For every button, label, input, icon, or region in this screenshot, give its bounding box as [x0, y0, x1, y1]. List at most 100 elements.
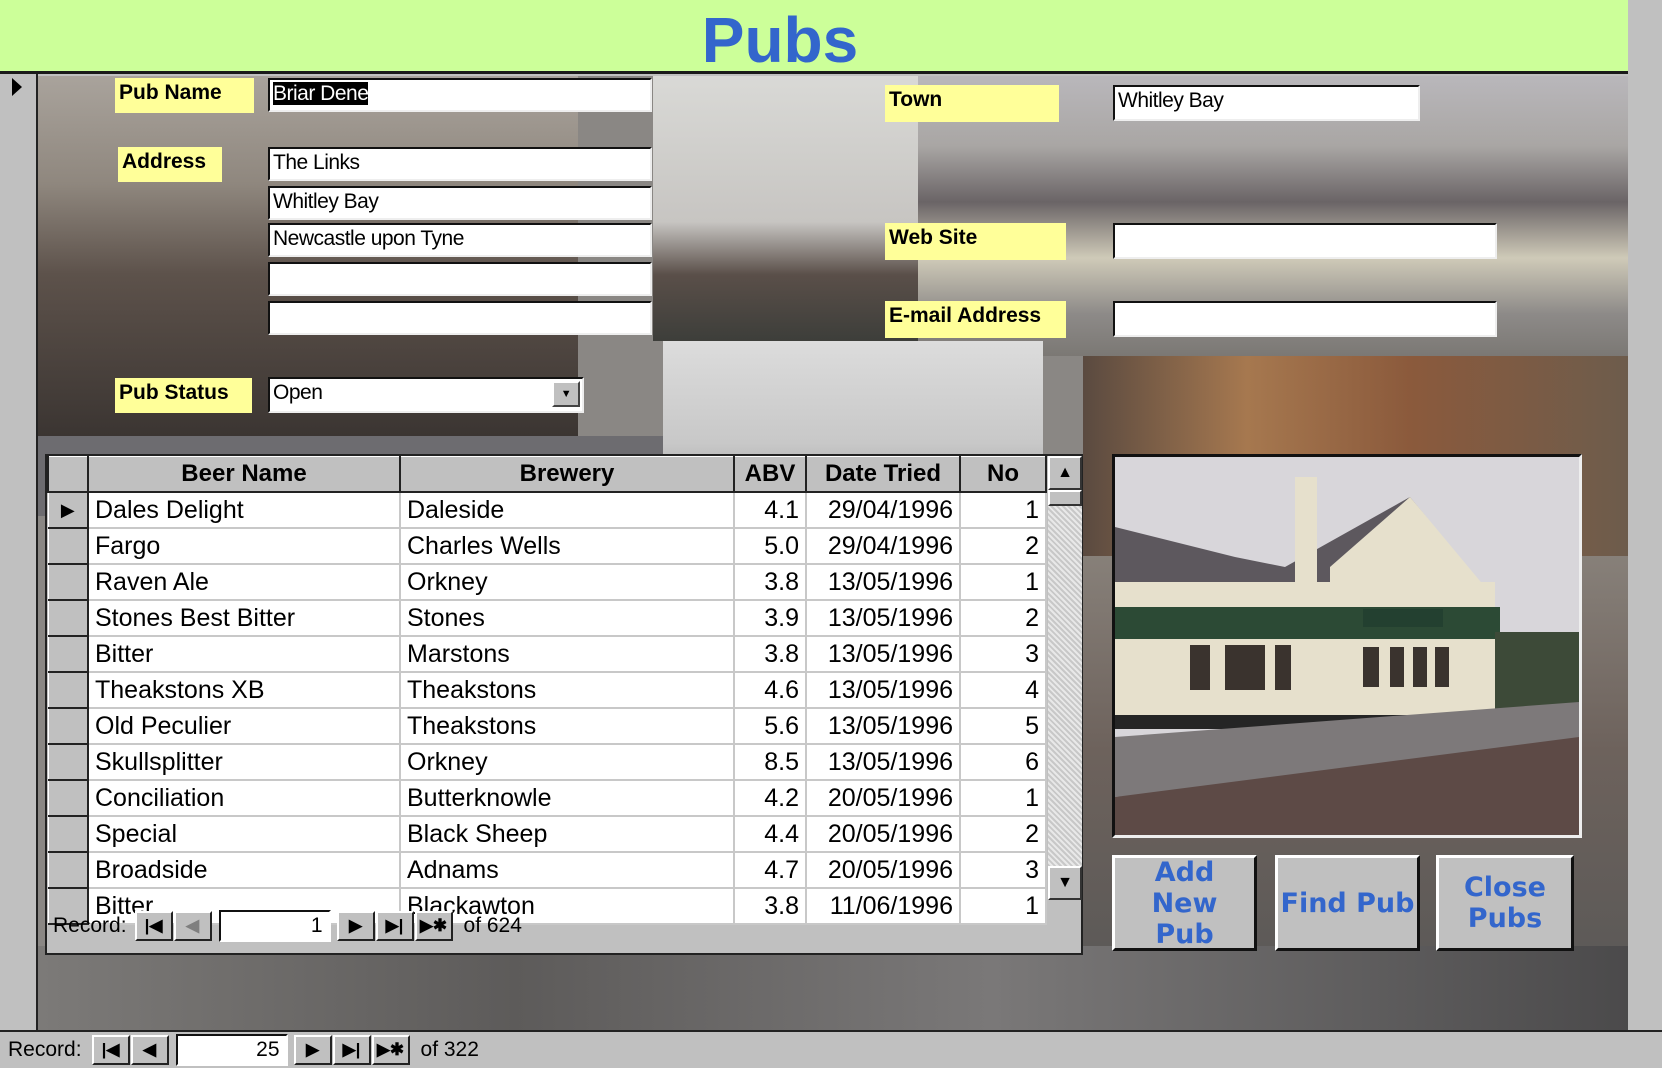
no-cell[interactable]: 2 [959, 599, 1047, 637]
beer-name-cell[interactable]: Fargo [87, 527, 401, 565]
date-tried-cell[interactable]: 29/04/1996 [805, 491, 961, 529]
datasheet-row[interactable]: Conciliation Butterknowle 4.2 20/05/1996 1 [47, 779, 1047, 817]
date-tried-cell[interactable]: 13/05/1996 [805, 599, 961, 637]
town-field[interactable]: Whitley Bay [1113, 85, 1420, 121]
no-cell[interactable]: 1 [959, 491, 1047, 529]
date-tried-cell[interactable]: 29/04/1996 [805, 527, 961, 565]
column-header-no[interactable]: No [959, 456, 1047, 493]
date-tried-cell[interactable]: 13/05/1996 [805, 671, 961, 709]
no-cell[interactable]: 4 [959, 671, 1047, 709]
no-cell[interactable]: 3 [959, 851, 1047, 889]
datasheet-row[interactable]: Raven Ale Orkney 3.8 13/05/1996 1 [47, 563, 1047, 601]
column-header-beer-name[interactable]: Beer Name [87, 456, 401, 493]
subform-last-record-button[interactable]: ▶| [375, 911, 414, 941]
no-cell[interactable]: 6 [959, 743, 1047, 781]
abv-cell[interactable]: 4.4 [733, 815, 807, 853]
email-field[interactable] [1113, 301, 1497, 337]
no-cell[interactable]: 1 [959, 779, 1047, 817]
current-row-selector[interactable]: ▶ [47, 491, 89, 529]
select-all-corner[interactable] [47, 456, 89, 493]
address-line-5-field[interactable] [268, 301, 652, 335]
row-selector[interactable] [47, 599, 89, 637]
datasheet-row[interactable]: Broadside Adnams 4.7 20/05/1996 3 [47, 851, 1047, 889]
beer-name-cell[interactable]: Old Peculier [87, 707, 401, 745]
main-next-record-button[interactable]: ▶ [293, 1035, 332, 1065]
column-header-abv[interactable]: ABV [733, 456, 807, 493]
beer-name-cell[interactable]: Dales Delight [87, 491, 401, 529]
column-header-brewery[interactable]: Brewery [399, 456, 735, 493]
column-header-date-tried[interactable]: Date Tried [805, 456, 961, 493]
brewery-cell[interactable]: Marstons [399, 635, 735, 673]
abv-cell[interactable]: 4.2 [733, 779, 807, 817]
date-tried-cell[interactable]: 20/05/1996 [805, 851, 961, 889]
abv-cell[interactable]: 3.8 [733, 635, 807, 673]
row-selector[interactable] [47, 527, 89, 565]
beer-name-cell[interactable]: Broadside [87, 851, 401, 889]
scroll-up-arrow-icon[interactable]: ▲ [1048, 456, 1082, 490]
close-pubs-button[interactable]: Close Pubs [1436, 855, 1574, 951]
date-tried-cell[interactable]: 13/05/1996 [805, 563, 961, 601]
no-cell[interactable]: 3 [959, 635, 1047, 673]
brewery-cell[interactable]: Orkney [399, 743, 735, 781]
row-selector[interactable] [47, 743, 89, 781]
no-cell[interactable]: 1 [959, 563, 1047, 601]
abv-cell[interactable]: 4.7 [733, 851, 807, 889]
abv-cell[interactable]: 5.6 [733, 707, 807, 745]
dropdown-arrow-icon[interactable]: ▼ [552, 381, 580, 407]
pub-name-field[interactable]: Briar Dene [268, 78, 652, 112]
brewery-cell[interactable]: Theakstons [399, 707, 735, 745]
main-previous-record-button[interactable]: ◀ [130, 1035, 169, 1065]
datasheet-row[interactable]: Special Black Sheep 4.4 20/05/1996 2 [47, 815, 1047, 853]
row-selector[interactable] [47, 851, 89, 889]
abv-cell[interactable]: 3.9 [733, 599, 807, 637]
abv-cell[interactable]: 5.0 [733, 527, 807, 565]
datasheet-row[interactable]: ▶ Dales Delight Daleside 4.1 29/04/1996 1 [47, 491, 1047, 529]
row-selector[interactable] [47, 779, 89, 817]
row-selector[interactable] [47, 671, 89, 709]
brewery-cell[interactable]: Butterknowle [399, 779, 735, 817]
subform-next-record-button[interactable]: ▶ [336, 911, 375, 941]
brewery-cell[interactable]: Charles Wells [399, 527, 735, 565]
datasheet-row[interactable]: Old Peculier Theakstons 5.6 13/05/1996 5 [47, 707, 1047, 745]
brewery-cell[interactable]: Theakstons [399, 671, 735, 709]
datasheet-vertical-scrollbar[interactable]: ▲ ▼ [1048, 456, 1082, 900]
subform-new-record-button[interactable]: ▶✱ [414, 911, 453, 941]
no-cell[interactable]: 5 [959, 707, 1047, 745]
row-selector[interactable] [47, 635, 89, 673]
date-tried-cell[interactable]: 13/05/1996 [805, 635, 961, 673]
datasheet-row[interactable]: Skullsplitter Orkney 8.5 13/05/1996 6 [47, 743, 1047, 781]
beer-name-cell[interactable]: Raven Ale [87, 563, 401, 601]
datasheet-row[interactable]: Bitter Marstons 3.8 13/05/1996 3 [47, 635, 1047, 673]
main-last-record-button[interactable]: ▶| [332, 1035, 371, 1065]
brewery-cell[interactable]: Adnams [399, 851, 735, 889]
subform-record-number-field[interactable]: 1 [218, 910, 331, 942]
no-cell[interactable]: 2 [959, 527, 1047, 565]
web-site-field[interactable] [1113, 223, 1497, 259]
pub-status-combo[interactable]: Open ▼ [268, 377, 584, 413]
brewery-cell[interactable]: Black Sheep [399, 815, 735, 853]
datasheet-row[interactable]: Stones Best Bitter Stones 3.9 13/05/1996 2 [47, 599, 1047, 637]
brewery-cell[interactable]: Orkney [399, 563, 735, 601]
datasheet-row[interactable]: Theakstons XB Theakstons 4.6 13/05/1996 4 [47, 671, 1047, 709]
row-selector[interactable] [47, 563, 89, 601]
subform-first-record-button[interactable]: |◀ [134, 911, 173, 941]
find-pub-button[interactable]: Find Pub [1275, 855, 1420, 951]
main-record-number-field[interactable]: 25 [175, 1034, 288, 1066]
address-line-2-field[interactable]: Whitley Bay [268, 186, 652, 220]
abv-cell[interactable]: 3.8 [733, 563, 807, 601]
datasheet-row[interactable]: Fargo Charles Wells 5.0 29/04/1996 2 [47, 527, 1047, 565]
address-line-1-field[interactable]: The Links [268, 147, 652, 181]
brewery-cell[interactable]: Stones [399, 599, 735, 637]
beer-name-cell[interactable]: Bitter [87, 635, 401, 673]
date-tried-cell[interactable]: 13/05/1996 [805, 707, 961, 745]
date-tried-cell[interactable]: 20/05/1996 [805, 815, 961, 853]
beer-name-cell[interactable]: Theakstons XB [87, 671, 401, 709]
no-cell[interactable]: 2 [959, 815, 1047, 853]
add-new-pub-button[interactable]: Add New Pub [1112, 855, 1257, 951]
beer-name-cell[interactable]: Special [87, 815, 401, 853]
subform-previous-record-button[interactable]: ◀ [173, 911, 212, 941]
row-selector[interactable] [47, 707, 89, 745]
abv-cell[interactable]: 8.5 [733, 743, 807, 781]
beer-name-cell[interactable]: Skullsplitter [87, 743, 401, 781]
row-selector[interactable] [47, 815, 89, 853]
